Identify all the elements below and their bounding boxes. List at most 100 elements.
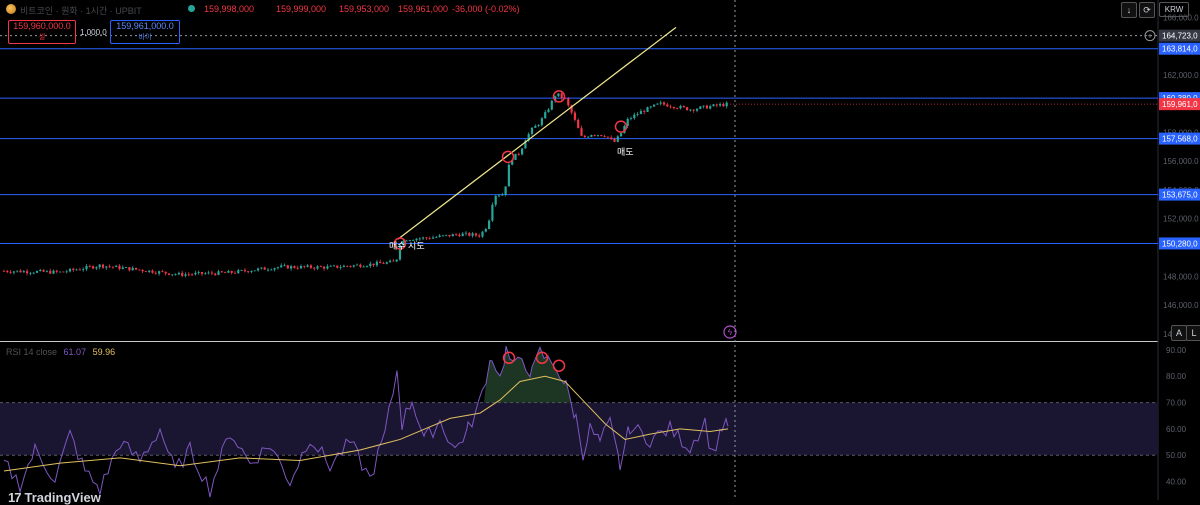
- candle-body: [613, 138, 616, 142]
- candle-body: [547, 109, 550, 113]
- rsi-axis-tick: 90.00: [1166, 346, 1187, 355]
- candle-body: [19, 270, 22, 273]
- candle-body: [154, 272, 157, 274]
- candle-body: [719, 104, 722, 106]
- chart-workspace[interactable]: 166,000.0164,000.0162,000.0158,000.0156,…: [0, 0, 1200, 505]
- buy-button[interactable]: 159,961,000.0 바이: [110, 20, 180, 44]
- candle-body: [669, 106, 672, 108]
- candle-body: [128, 267, 131, 271]
- candle-body: [224, 272, 227, 274]
- plus-icon: +: [1148, 32, 1153, 41]
- candle-body: [428, 238, 431, 239]
- candle-body: [92, 266, 95, 269]
- candle-body: [316, 266, 319, 269]
- candle-body: [583, 135, 586, 138]
- candle-body: [596, 135, 600, 136]
- tradingview-logo[interactable]: 17 TradingView: [8, 490, 101, 505]
- candle-body: [530, 127, 534, 135]
- crosshair-label: 164,723,0: [1162, 32, 1198, 41]
- candle-body: [75, 269, 78, 271]
- candle-body: [346, 265, 349, 267]
- candle-body: [326, 266, 329, 269]
- candle-body: [273, 268, 276, 270]
- candle-body: [709, 106, 712, 109]
- auto-scale-button[interactable]: A: [1171, 325, 1187, 341]
- spread-value: 1,000.0: [80, 28, 107, 37]
- price-chart[interactable]: 166,000.0164,000.0162,000.0158,000.0156,…: [0, 0, 1200, 500]
- candle-body: [521, 148, 524, 155]
- candle-body: [471, 233, 474, 236]
- candle-body: [115, 265, 118, 268]
- candle-body: [672, 106, 675, 109]
- rsi-name: RSI 14 close: [6, 347, 58, 357]
- symbol-title[interactable]: 비트코인 · 원화 · 1시간 · UPBIT: [20, 4, 142, 17]
- candle-body: [431, 237, 435, 239]
- candle-body: [230, 270, 233, 273]
- candle-body: [286, 265, 289, 269]
- candle-body: [280, 265, 283, 268]
- candle-body: [131, 267, 134, 271]
- candle-body: [98, 264, 101, 268]
- candle-body: [108, 266, 111, 268]
- candle-body: [329, 265, 332, 267]
- candle-body: [629, 118, 633, 119]
- candle-body: [649, 106, 652, 108]
- candle-body: [276, 267, 279, 269]
- buy-price: 159,961,000.0: [116, 21, 174, 31]
- candle-body: [253, 270, 256, 272]
- candle-body: [174, 274, 177, 276]
- candle-body: [722, 104, 725, 107]
- candle-body: [303, 265, 306, 267]
- candle-body: [233, 272, 237, 274]
- candle-body: [375, 261, 378, 266]
- currency-selector[interactable]: KRW: [1159, 2, 1189, 17]
- candles-group: [2, 91, 728, 278]
- bitcoin-logo-icon: [6, 4, 16, 14]
- candle-body: [504, 186, 507, 195]
- price-axis-tick: 146,000.0: [1163, 301, 1199, 310]
- rsi-axis-tick: 60.00: [1166, 425, 1187, 434]
- candle-body: [45, 270, 48, 272]
- current-price-label: 159,961,0: [1162, 100, 1198, 109]
- candle-body: [514, 153, 517, 160]
- candle-body: [125, 267, 128, 268]
- download-icon[interactable]: ↓: [1121, 2, 1137, 18]
- level-label: 163,814,0: [1162, 45, 1198, 54]
- candle-body: [359, 264, 362, 267]
- level-label: 157,568,0: [1162, 135, 1198, 144]
- candle-body: [544, 112, 547, 119]
- sell-button[interactable]: 159,960,000.0 셀: [8, 20, 76, 44]
- candle-body: [557, 93, 560, 97]
- candle-body: [319, 266, 322, 268]
- candle-body: [35, 271, 39, 273]
- candle-body: [666, 104, 669, 107]
- candle-body: [385, 262, 388, 264]
- candle-body: [534, 125, 537, 128]
- candle-body: [702, 105, 705, 107]
- ohlc-high: 159,999,000: [276, 4, 327, 14]
- candle-body: [9, 271, 12, 273]
- candle-body: [339, 267, 342, 268]
- candle-body: [484, 228, 487, 232]
- candle-body: [177, 272, 180, 275]
- candle-body: [2, 270, 6, 272]
- ohlc-open: 159,998,000: [204, 4, 255, 14]
- log-scale-button[interactable]: L: [1186, 325, 1200, 341]
- candle-body: [55, 270, 58, 272]
- candle-body: [438, 235, 441, 237]
- candle-body: [395, 259, 398, 262]
- trend-line: [397, 26, 677, 240]
- candle-body: [676, 108, 679, 109]
- candle-body: [560, 93, 563, 98]
- price-axis-tick: 152,000.0: [1163, 215, 1199, 224]
- candle-body: [72, 268, 75, 270]
- candle-body: [686, 107, 689, 111]
- candle-body: [636, 114, 639, 115]
- candle-body: [653, 104, 656, 107]
- candle-body: [389, 260, 392, 263]
- replay-icon[interactable]: ⟳: [1139, 2, 1155, 18]
- rsi-legend[interactable]: RSI 14 close 61.07 59.96: [6, 347, 115, 357]
- candle-body: [507, 164, 510, 187]
- candle-body: [639, 111, 642, 115]
- candle-body: [695, 108, 699, 111]
